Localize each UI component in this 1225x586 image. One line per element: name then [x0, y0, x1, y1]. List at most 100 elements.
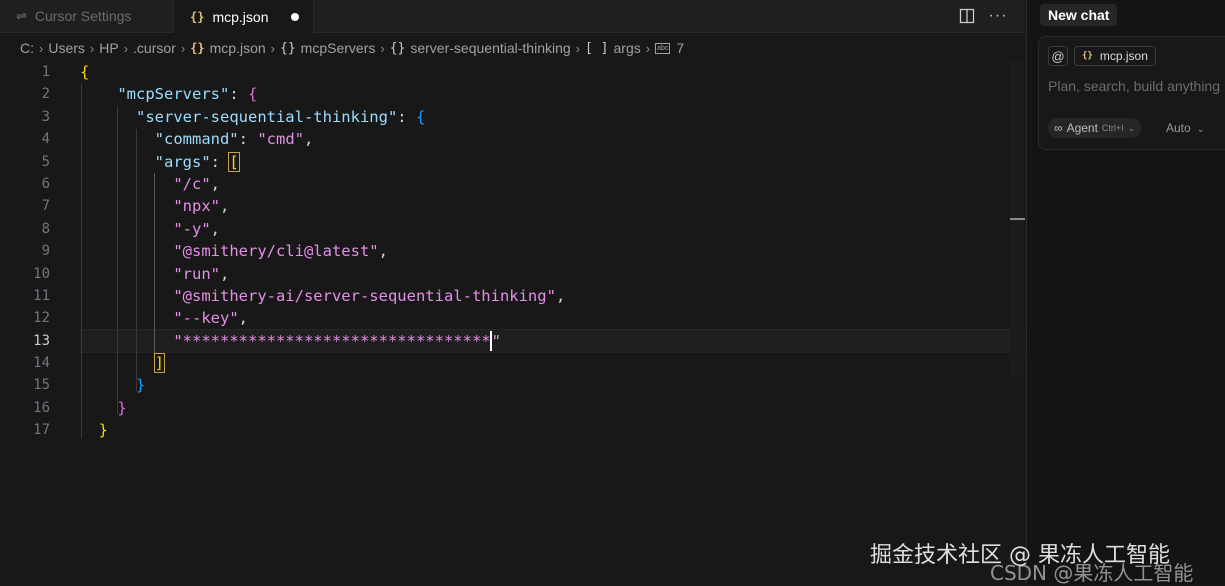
json-string: "npx"	[173, 197, 220, 216]
chevron-right-icon: ›	[123, 40, 129, 56]
json-string: "@smithery-ai/server-sequential-thinking…	[173, 286, 556, 305]
code-line[interactable]: "npx",	[80, 195, 1020, 217]
code-line[interactable]: ]	[80, 352, 1020, 374]
line-number: 8	[41, 220, 50, 237]
line-number: 5	[41, 153, 50, 170]
code-line[interactable]: }	[80, 397, 1020, 419]
line-number: 3	[41, 108, 50, 125]
object-symbol-icon: {}	[280, 40, 296, 56]
object-symbol-icon: {}	[389, 40, 406, 56]
breadcrumb-drive[interactable]: C:	[20, 40, 34, 56]
json-key: "server-sequential-thinking"	[136, 107, 398, 126]
unsaved-dot-icon[interactable]	[291, 12, 299, 21]
chevron-down-icon: ⌄	[1127, 122, 1136, 133]
line-number: 4	[41, 131, 50, 148]
line-number: 9	[41, 243, 50, 260]
json-string: "-y"	[173, 219, 211, 238]
json-string: "run"	[173, 264, 220, 283]
editor-area: ⇌ Cursor Settings {} mcp.json ··· C: › U…	[0, 0, 1025, 585]
json-file-icon: {}	[190, 41, 205, 55]
infinity-icon: ∞	[1054, 121, 1063, 135]
code-line[interactable]: "@smithery-ai/server-sequential-thinking…	[80, 285, 1020, 307]
watermark-juejin: 掘金技术社区 @ 果冻人工智能	[870, 543, 1170, 568]
code-line[interactable]: "args": [	[80, 151, 1020, 173]
tab-label: Cursor Settings	[34, 8, 132, 24]
json-string-masked-key: "*********************************	[173, 331, 491, 350]
chevron-right-icon: ›	[89, 40, 95, 56]
code-editor[interactable]: { "mcpServers": { "server-sequential-thi…	[80, 61, 1020, 442]
code-line-current[interactable]: "*********************************"	[80, 330, 1020, 352]
line-number: 12	[33, 310, 50, 327]
line-number: 11	[33, 287, 50, 304]
chip-label: mcp.json	[1099, 49, 1148, 63]
line-number-current: 13	[33, 332, 50, 349]
split-editor-icon[interactable]	[957, 6, 977, 26]
line-number: 7	[41, 198, 50, 215]
settings-icon: ⇌	[16, 8, 27, 23]
breadcrumb-args[interactable]: args	[614, 40, 641, 56]
line-number: 2	[41, 86, 50, 103]
json-string: "@smithery/cli@latest"	[173, 242, 379, 261]
json-file-icon: {}	[1082, 51, 1093, 61]
chevron-right-icon: ›	[380, 40, 385, 56]
json-key: "mcpServers"	[117, 85, 230, 104]
breadcrumb-leaf[interactable]: 7	[676, 40, 684, 56]
chevron-right-icon: ›	[270, 40, 276, 56]
line-number: 15	[33, 377, 50, 394]
chevron-right-icon: ›	[39, 40, 44, 56]
line-number-gutter: 1 2 3 4 5 6 7 8 9 10 11 12 13 14 15 16 1…	[0, 61, 50, 442]
context-file-chip[interactable]: {} mcp.json	[1074, 46, 1156, 66]
code-line[interactable]: "server-sequential-thinking": {	[80, 106, 1020, 128]
code-line[interactable]: "-y",	[80, 218, 1020, 240]
agent-mode-dropdown[interactable]: ∞ Agent Ctrl+I ⌄	[1048, 118, 1142, 138]
code-line[interactable]: "/c",	[80, 173, 1020, 195]
model-selector[interactable]: Auto ⌄	[1166, 121, 1205, 135]
breadcrumb: C: › Users › HP › .cursor › {} mcp.json …	[20, 36, 684, 60]
code-line[interactable]: }	[80, 374, 1020, 396]
line-number: 10	[33, 265, 50, 282]
tab-cursor-settings[interactable]: ⇌ Cursor Settings	[0, 0, 173, 32]
code-line[interactable]: {	[80, 61, 1020, 83]
chevron-right-icon: ›	[645, 40, 651, 56]
json-string: "cmd"	[257, 130, 304, 149]
model-label: Auto	[1166, 121, 1191, 135]
code-line[interactable]: "mcpServers": {	[80, 83, 1020, 105]
tab-bar: ⇌ Cursor Settings {} mcp.json ···	[0, 0, 1025, 33]
line-number: 1	[41, 64, 50, 80]
breadcrumb-users[interactable]: Users	[48, 40, 85, 56]
array-symbol-icon: [ ]	[585, 40, 609, 56]
breadcrumb-hp[interactable]: HP	[99, 40, 118, 56]
code-line[interactable]: }	[80, 419, 1020, 441]
code-line[interactable]: "@smithery/cli@latest",	[80, 240, 1020, 262]
code-line[interactable]: "run",	[80, 263, 1020, 285]
breadcrumb-file[interactable]: mcp.json	[210, 40, 266, 56]
string-symbol-icon: abc	[655, 42, 671, 54]
chat-input-placeholder[interactable]: Plan, search, build anything	[1048, 78, 1220, 94]
json-file-icon: {}	[190, 9, 205, 24]
more-actions-icon[interactable]: ···	[987, 6, 1009, 26]
tab-label: mcp.json	[212, 8, 269, 25]
line-number: 17	[33, 422, 50, 439]
json-key: "command"	[154, 130, 239, 149]
tab-mcp-json[interactable]: {} mcp.json	[174, 0, 314, 33]
code-line[interactable]: "command": "cmd",	[80, 128, 1020, 150]
chevron-right-icon: ›	[180, 40, 186, 56]
line-number: 6	[41, 175, 50, 192]
breadcrumb-mcpservers[interactable]: mcpServers	[301, 40, 376, 56]
line-number: 14	[33, 355, 50, 372]
json-string: "/c"	[173, 174, 211, 193]
json-string: "--key"	[173, 309, 239, 328]
chevron-right-icon: ›	[575, 40, 581, 56]
json-string-closing-quote: "	[491, 331, 501, 350]
scrollbar-cursor-marker	[1010, 218, 1025, 220]
code-line[interactable]: "--key",	[80, 307, 1020, 329]
at-mention-icon[interactable]: @	[1048, 46, 1068, 66]
new-chat-tab[interactable]: New chat	[1040, 4, 1118, 26]
line-number: 16	[33, 399, 50, 416]
chevron-down-icon: ⌄	[1197, 124, 1205, 134]
agent-mode-label: Agent	[1066, 121, 1098, 135]
agent-mode-shortcut: Ctrl+I	[1101, 123, 1124, 133]
breadcrumb-cursor[interactable]: .cursor	[133, 40, 176, 56]
json-key: "args"	[154, 152, 211, 171]
breadcrumb-server[interactable]: server-sequential-thinking	[410, 40, 570, 56]
